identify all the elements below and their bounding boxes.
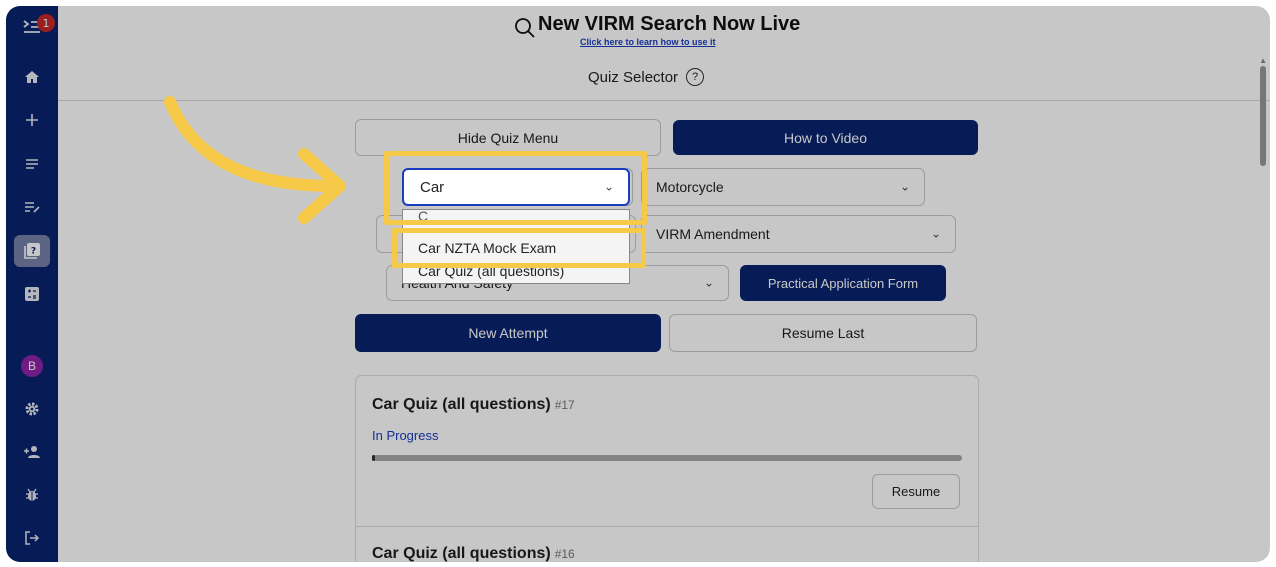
home-icon[interactable]	[6, 62, 58, 92]
virm-amendment-select[interactable]: VIRM Amendment ⌄	[641, 215, 956, 253]
avatar-icon[interactable]: B	[6, 351, 58, 381]
resume-button[interactable]: Resume	[872, 474, 960, 509]
logout-icon[interactable]	[6, 523, 58, 553]
status-badge: In Progress	[372, 428, 439, 443]
progress-fill	[372, 455, 375, 461]
curved-arrow-icon	[164, 96, 346, 224]
plus-icon[interactable]	[6, 105, 58, 135]
new-attempt-button[interactable]: New Attempt	[355, 314, 661, 352]
attempt-number: #17	[554, 398, 575, 412]
banner-link[interactable]: Click here to learn how to use it	[580, 37, 716, 47]
chevron-down-icon: ⌄	[930, 226, 941, 241]
main-content: New VIRM Search Now Live Click here to l…	[58, 6, 1270, 562]
calculator-icon[interactable]	[6, 279, 58, 309]
progress-bar	[372, 455, 962, 461]
sidebar: 1 ? B	[6, 6, 58, 562]
chevron-down-icon: ⌄	[899, 179, 910, 194]
attempt-title: Car Quiz (all questions) #17	[372, 396, 575, 414]
category-select[interactable]: Motorcycle ⌄	[641, 168, 925, 206]
highlight-box-option	[392, 228, 646, 268]
app-window: 1 ? B New VIRM Search Now Live Click her…	[6, 6, 1270, 562]
highlight-box-select	[384, 151, 647, 225]
attempt-title-text: Car Quiz (all questions)	[372, 396, 551, 413]
avatar: B	[21, 355, 43, 377]
svg-text:?: ?	[31, 247, 36, 257]
gear-icon[interactable]	[6, 394, 58, 424]
list-icon[interactable]	[6, 149, 58, 179]
attempt-card: Car Quiz (all questions) #16	[355, 526, 979, 562]
quiz-selector-heading: Quiz Selector ?	[588, 68, 705, 86]
edit-list-icon[interactable]	[6, 192, 58, 222]
practical-application-form-button[interactable]: Practical Application Form	[740, 265, 946, 301]
banner-title: New VIRM Search Now Live	[538, 13, 801, 35]
menu-collapse-icon[interactable]: 1	[6, 12, 58, 42]
bug-icon[interactable]	[6, 480, 58, 510]
scrollbar-thumb[interactable]	[1260, 66, 1266, 166]
how-to-video-button[interactable]: How to Video	[673, 120, 978, 155]
scroll-up-arrow[interactable]: ▲	[1259, 56, 1267, 65]
page-title: Quiz Selector	[588, 68, 679, 86]
add-user-icon[interactable]	[6, 437, 58, 467]
help-icon[interactable]: ?	[686, 68, 705, 86]
virm-amendment-select-value: VIRM Amendment	[656, 226, 770, 242]
search-icon	[515, 18, 535, 38]
quiz-icon[interactable]: ?	[6, 236, 58, 266]
resume-last-button[interactable]: Resume Last	[669, 314, 977, 352]
attempt-card: Car Quiz (all questions) #17 In Progress …	[355, 375, 979, 527]
notification-badge: 1	[37, 14, 55, 32]
attempt-title-text: Car Quiz (all questions)	[372, 545, 551, 562]
chevron-down-icon: ⌄	[703, 275, 714, 290]
attempt-title: Car Quiz (all questions) #16	[372, 545, 575, 562]
attempt-number: #16	[554, 547, 575, 561]
category-select-value: Motorcycle	[656, 179, 724, 195]
